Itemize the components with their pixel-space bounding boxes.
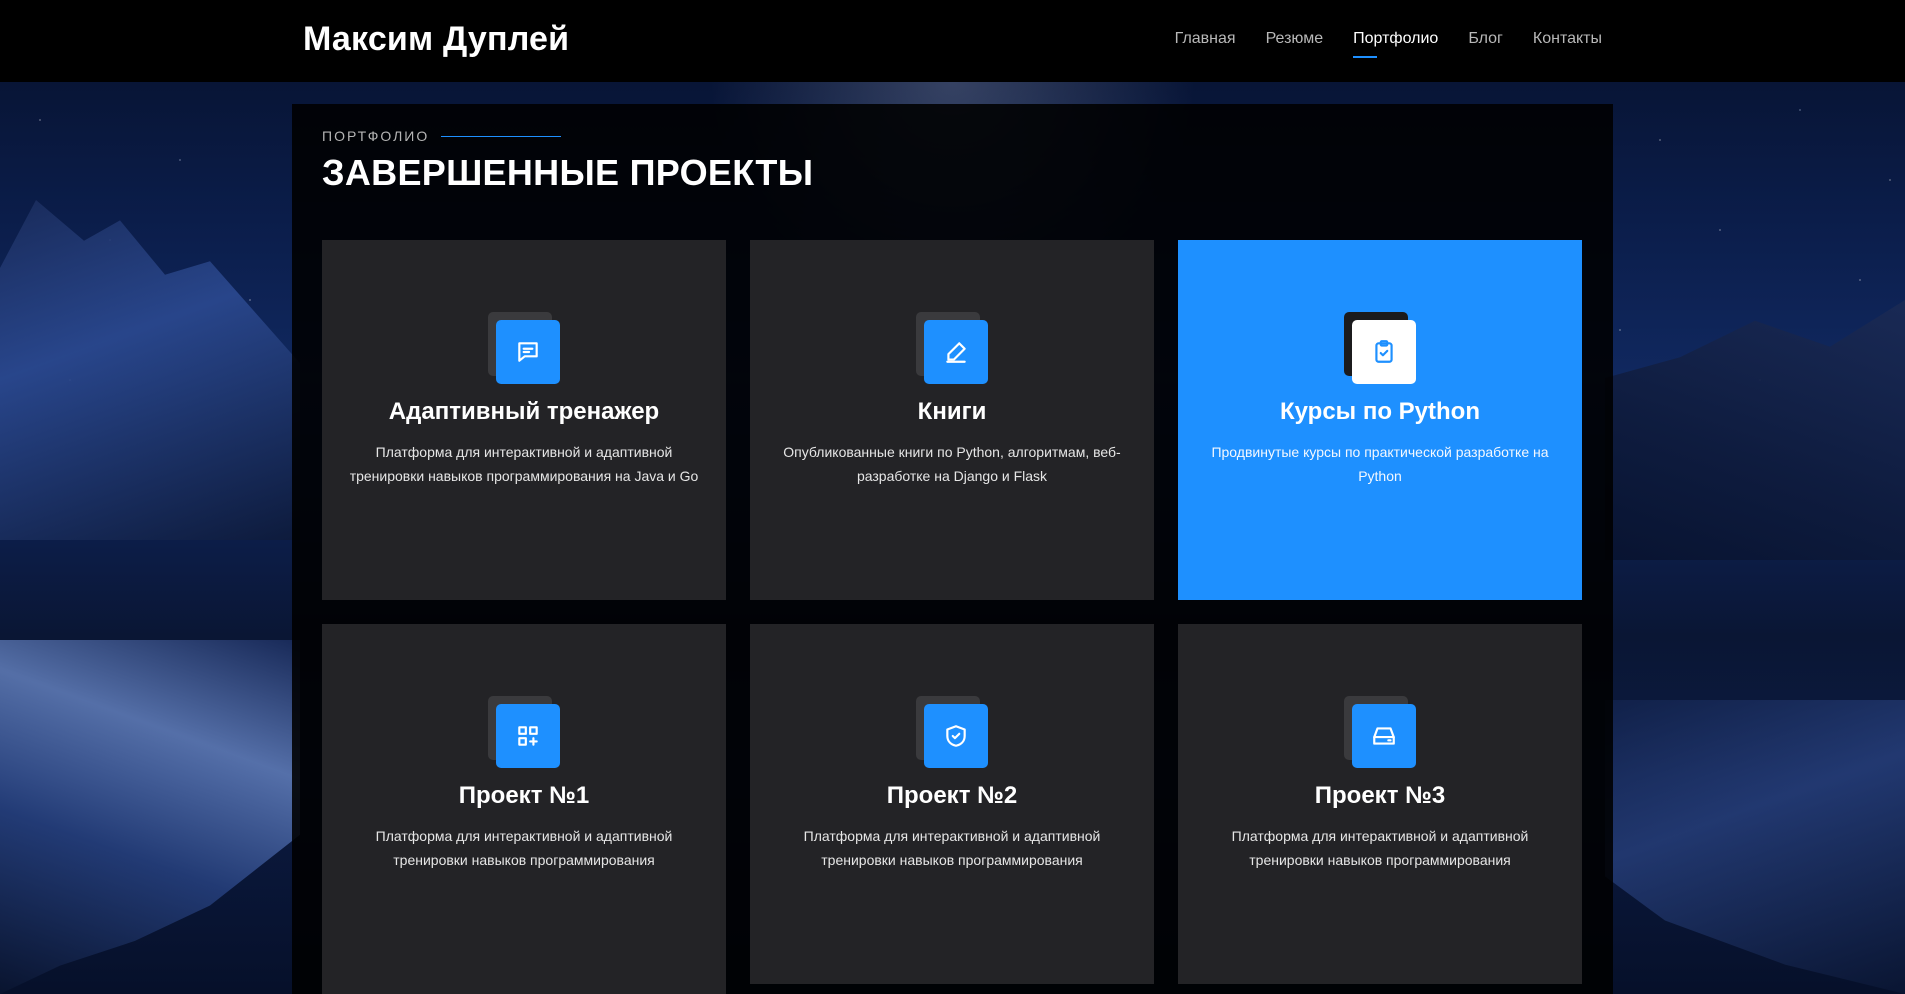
- drive-icon: [1373, 727, 1395, 745]
- nav-item-contacts[interactable]: Контакты: [1533, 30, 1602, 48]
- chat-icon: [518, 342, 538, 362]
- card-title: Книги: [917, 398, 987, 425]
- icon-box-front: [496, 704, 560, 768]
- project-card-python-courses[interactable]: Курсы по Python Продвинутые курсы по пра…: [1178, 240, 1582, 600]
- nav-item-blog[interactable]: Блог: [1468, 30, 1503, 48]
- card-icon-box: [488, 696, 560, 768]
- main-nav: Главная Резюме Портфолио Блог Контакты: [1175, 30, 1602, 58]
- qr-grid-icon: [518, 726, 538, 746]
- icon-box-front: [924, 704, 988, 768]
- icon-box-front: [496, 320, 560, 384]
- eyebrow-divider: [441, 135, 562, 137]
- card-icon-box: [916, 696, 988, 768]
- card-title: Адаптивный тренажер: [388, 398, 660, 425]
- eyebrow-label: ПОРТФОЛИО: [322, 128, 430, 144]
- nav-item-home[interactable]: Главная: [1175, 30, 1236, 48]
- project-card-adaptive-trainer[interactable]: Адаптивный тренажер Платформа для интера…: [322, 240, 726, 600]
- page: Максим Дуплей Главная Резюме Портфолио Б…: [0, 0, 1905, 994]
- pen-icon: [946, 342, 966, 363]
- header: Максим Дуплей Главная Резюме Портфолио Б…: [0, 0, 1905, 82]
- icon-box-front: [1352, 320, 1416, 384]
- icon-box-front: [1352, 704, 1416, 768]
- clipboard-check-icon: [1375, 340, 1393, 363]
- card-description: Опубликованные книги по Python, алгоритм…: [783, 444, 1121, 484]
- card-description: Платформа для интерактивной и адаптивной…: [349, 444, 699, 484]
- nav-item-portfolio[interactable]: Портфолио: [1353, 30, 1438, 58]
- background-reflection-left: [0, 640, 300, 994]
- background-mountain-left: [0, 200, 300, 540]
- projects-grid: Адаптивный тренажер Платформа для интера…: [322, 240, 1582, 984]
- card-title: Проект №3: [1314, 782, 1446, 809]
- card-icon-box: [1344, 312, 1416, 384]
- card-description: Платформа для интерактивной и адаптивной…: [803, 828, 1101, 868]
- project-card-project-2[interactable]: Проект №2 Платформа для интерактивной и …: [750, 624, 1154, 984]
- project-card-books[interactable]: Книги Опубликованные книги по Python, ал…: [750, 240, 1154, 600]
- card-icon-box: [1344, 696, 1416, 768]
- background-reflection-right: [1605, 700, 1905, 994]
- card-description: Платформа для интерактивной и адаптивной…: [1231, 828, 1529, 868]
- nav-item-resume[interactable]: Резюме: [1266, 30, 1324, 48]
- project-card-partial[interactable]: [322, 984, 726, 994]
- card-icon-box: [488, 312, 560, 384]
- project-card-project-1[interactable]: Проект №1 Платформа для интерактивной и …: [322, 624, 726, 984]
- card-title: Проект №2: [886, 782, 1018, 809]
- portfolio-panel: ПОРТФОЛИО ЗАВЕРШЕННЫЕ ПРОЕКТЫ Адаптивный: [292, 104, 1613, 994]
- section-title: ЗАВЕРШЕННЫЕ ПРОЕКТЫ: [322, 152, 814, 193]
- background-mountain-right: [1605, 300, 1905, 560]
- brand-logo[interactable]: Максим Дуплей: [303, 20, 569, 59]
- card-title: Проект №1: [458, 782, 590, 809]
- project-card-project-3[interactable]: Проект №3 Платформа для интерактивной и …: [1178, 624, 1582, 984]
- icon-box-front: [924, 320, 988, 384]
- card-icon-box: [916, 312, 988, 384]
- card-description: Продвинутые курсы по практической разраб…: [1211, 444, 1549, 484]
- section-eyebrow: ПОРТФОЛИО: [322, 128, 562, 144]
- card-description: Платформа для интерактивной и адаптивной…: [375, 828, 673, 868]
- shield-check-icon: [946, 725, 966, 747]
- card-title: Курсы по Python: [1279, 398, 1480, 425]
